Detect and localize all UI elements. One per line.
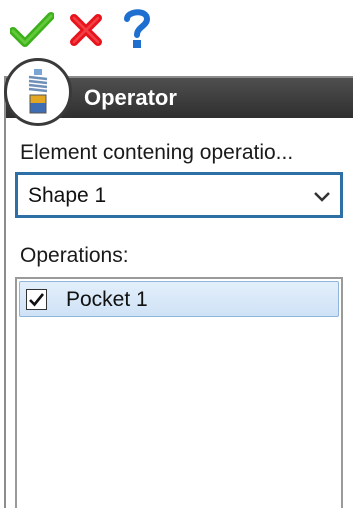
panel-title: Operator bbox=[84, 85, 177, 110]
operator-dialog: Operator Element contening operatio... S… bbox=[0, 0, 353, 508]
spring-icon bbox=[28, 69, 48, 114]
chevron-down-icon[interactable] bbox=[310, 185, 334, 207]
list-item-label: Pocket 1 bbox=[66, 288, 148, 311]
element-label: Element contening operatio... bbox=[20, 141, 294, 164]
operations-list: Pocket 1 bbox=[15, 277, 343, 508]
checkbox[interactable] bbox=[26, 289, 47, 310]
operations-label: Operations: bbox=[20, 244, 129, 267]
help-button[interactable] bbox=[122, 8, 152, 50]
panel-icon-badge bbox=[4, 58, 72, 126]
x-icon bbox=[70, 14, 102, 46]
checkmark-icon bbox=[29, 293, 45, 307]
question-icon bbox=[124, 9, 151, 48]
checkmark-icon bbox=[9, 12, 55, 47]
toolbar bbox=[0, 0, 353, 56]
element-select-value: Shape 1 bbox=[28, 184, 107, 207]
list-item[interactable]: Pocket 1 bbox=[19, 281, 339, 317]
element-select[interactable]: Shape 1 bbox=[15, 172, 343, 218]
ok-button[interactable] bbox=[9, 12, 55, 48]
cancel-button[interactable] bbox=[68, 12, 104, 48]
